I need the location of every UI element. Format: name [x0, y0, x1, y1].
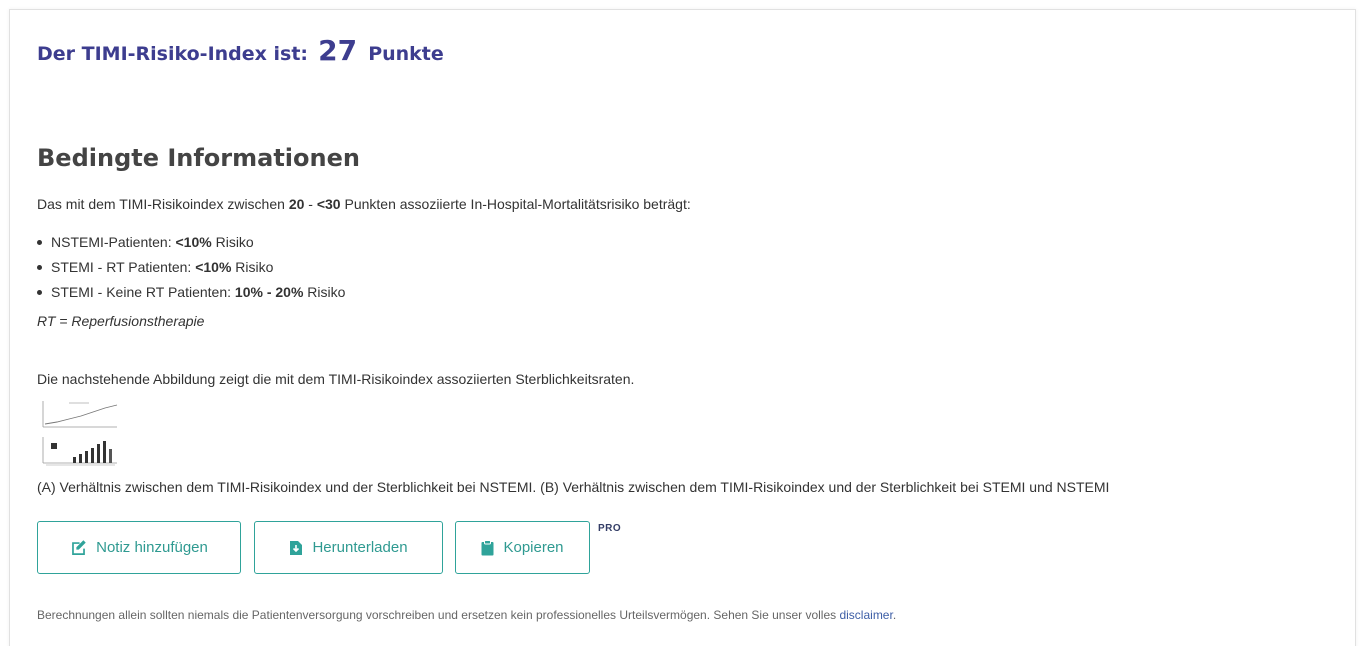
score-result: Der TIMI-Risiko-Index ist: 27 Punkte [37, 34, 444, 67]
risk-intro: Das mit dem TIMI-Risikoindex zwischen 20… [37, 196, 691, 212]
score-label: Der TIMI-Risiko-Index ist: [37, 43, 309, 65]
range-high: <30 [316, 196, 341, 212]
mortality-figure-thumbnail[interactable] [37, 397, 129, 469]
score-unit: Punkte [368, 43, 444, 65]
download-button[interactable]: Herunterladen [254, 521, 443, 574]
disclaimer-link[interactable]: disclaimer [839, 608, 892, 622]
download-icon [290, 540, 303, 555]
clipboard-icon [481, 539, 494, 555]
copy-button[interactable]: Kopieren [455, 521, 590, 574]
list-item: NSTEMI-Patienten: <10% Risiko [37, 232, 345, 257]
list-item: STEMI - RT Patienten: <10% Risiko [37, 257, 345, 282]
score-value: 27 [318, 34, 358, 67]
range-low: 20 [288, 196, 305, 212]
copy-label: Kopieren [503, 539, 564, 556]
add-note-label: Notiz hinzufügen [96, 539, 208, 556]
edit-note-icon [72, 540, 86, 555]
list-item: STEMI - Keine RT Patienten: 10% - 20% Ri… [37, 282, 345, 307]
section-title: Bedingte Informationen [37, 144, 360, 172]
rt-note: RT = Reperfusionstherapie [37, 313, 205, 329]
disclaimer-text: Berechnungen allein sollten niemals die … [37, 608, 897, 622]
download-label: Herunterladen [312, 539, 408, 556]
add-note-button[interactable]: Notiz hinzufügen [37, 521, 241, 574]
risk-list: NSTEMI-Patienten: <10% Risiko STEMI - RT… [37, 232, 345, 307]
figure-intro: Die nachstehende Abbildung zeigt die mit… [37, 371, 635, 387]
figure-caption: (A) Verhältnis zwischen dem TIMI-Risikoi… [37, 479, 1110, 495]
pro-badge: PRO [598, 523, 622, 534]
